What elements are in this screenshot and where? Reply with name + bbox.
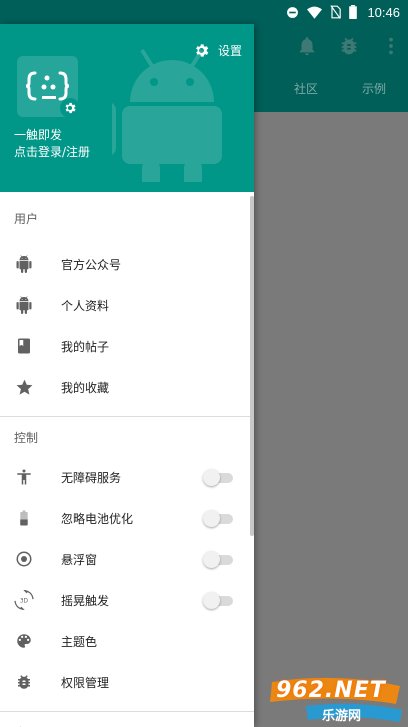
battery-icon — [349, 5, 358, 19]
gear-icon — [65, 102, 76, 114]
menu-item-ignore-battery-optimization[interactable]: 忽略电池优化 — [0, 498, 254, 539]
bug-icon[interactable] — [338, 35, 360, 57]
floating-window-toggle[interactable] — [203, 551, 233, 568]
menu-item-label: 权限管理 — [61, 676, 110, 690]
android-icon — [14, 254, 34, 274]
app-toolbar: 社区 示例 — [254, 24, 408, 112]
menu-item-label: 悬浮窗 — [61, 553, 98, 567]
menu-item-accessibility-service[interactable]: 无障碍服务 — [0, 457, 254, 498]
accessibility-icon — [14, 467, 34, 487]
menu-item-label: 我的收藏 — [61, 381, 110, 395]
logo-subtext: 乐游网 — [322, 709, 362, 724]
navigation-drawer: 设置 一触即发 点击登录/注册 用户 官方公众号 个人资料 我的帖子 我的收藏 … — [0, 24, 254, 727]
app-content-scrim[interactable] — [254, 112, 408, 727]
section-title-apps: 应用 — [0, 712, 254, 727]
menu-item-shake-trigger[interactable]: 3D 摇晃触发 — [0, 580, 254, 621]
menu-item-label: 忽略电池优化 — [61, 512, 134, 526]
drawer-header: 设置 一触即发 点击登录/注册 — [0, 24, 254, 192]
status-bar: 10:46 — [0, 0, 408, 24]
palette-icon — [14, 631, 34, 651]
wifi-icon — [307, 6, 323, 19]
section-title-control: 控制 — [14, 430, 39, 445]
accessibility-toggle[interactable] — [203, 469, 233, 486]
tab-community[interactable]: 社区 — [294, 80, 318, 97]
menu-item-permission-management[interactable]: 权限管理 — [0, 662, 254, 703]
menu-item-label: 官方公众号 — [61, 258, 122, 272]
battery-optimization-toggle[interactable] — [203, 510, 233, 527]
status-icons: 10:46 — [286, 3, 400, 21]
tab-examples[interactable]: 示例 — [362, 80, 386, 97]
section-title-user: 用户 — [14, 211, 39, 226]
app-name: 一触即发 — [14, 128, 63, 142]
menu-item-my-posts[interactable]: 我的帖子 — [0, 326, 254, 367]
android-watermark-icon — [112, 48, 222, 182]
site-watermark-logo: 962.NET 乐游网 — [266, 676, 406, 724]
android-icon — [14, 295, 34, 315]
star-icon — [14, 377, 34, 397]
menu-item-label: 我的帖子 — [61, 340, 110, 354]
menu-item-floating-window[interactable]: 悬浮窗 — [0, 539, 254, 580]
bell-icon[interactable] — [296, 35, 318, 57]
radio-button-icon — [14, 549, 34, 569]
settings-label: 设置 — [217, 44, 242, 58]
menu-item-official-account[interactable]: 官方公众号 — [0, 244, 254, 285]
menu-item-label: 摇晃触发 — [61, 594, 110, 608]
settings-button[interactable]: 设置 — [193, 42, 242, 59]
gear-icon — [196, 44, 209, 57]
no-sim-icon — [330, 5, 342, 19]
rotate-3d-icon: 3D — [14, 590, 34, 610]
menu-item-label: 主题色 — [61, 635, 98, 649]
bug-icon — [14, 672, 34, 692]
menu-item-label: 个人资料 — [61, 299, 110, 313]
avatar-settings-badge — [60, 98, 80, 118]
logo-text: 962.NET — [276, 678, 386, 703]
menu-item-label: 无障碍服务 — [61, 471, 122, 485]
book-icon — [14, 336, 34, 356]
menu-item-profile[interactable]: 个人资料 — [0, 285, 254, 326]
status-time: 10:46 — [367, 4, 400, 20]
menu-item-theme-color[interactable]: 主题色 — [0, 621, 254, 662]
more-vert-icon[interactable] — [380, 35, 402, 57]
menu-item-favorites[interactable]: 我的收藏 — [0, 367, 254, 408]
drawer-scrollbar[interactable] — [250, 196, 254, 536]
battery-icon — [14, 508, 34, 528]
svg-text:3D: 3D — [20, 599, 29, 605]
login-register-link[interactable]: 点击登录/注册 — [14, 143, 90, 160]
do-not-disturb-icon — [287, 6, 299, 18]
shake-trigger-toggle[interactable] — [203, 592, 233, 609]
